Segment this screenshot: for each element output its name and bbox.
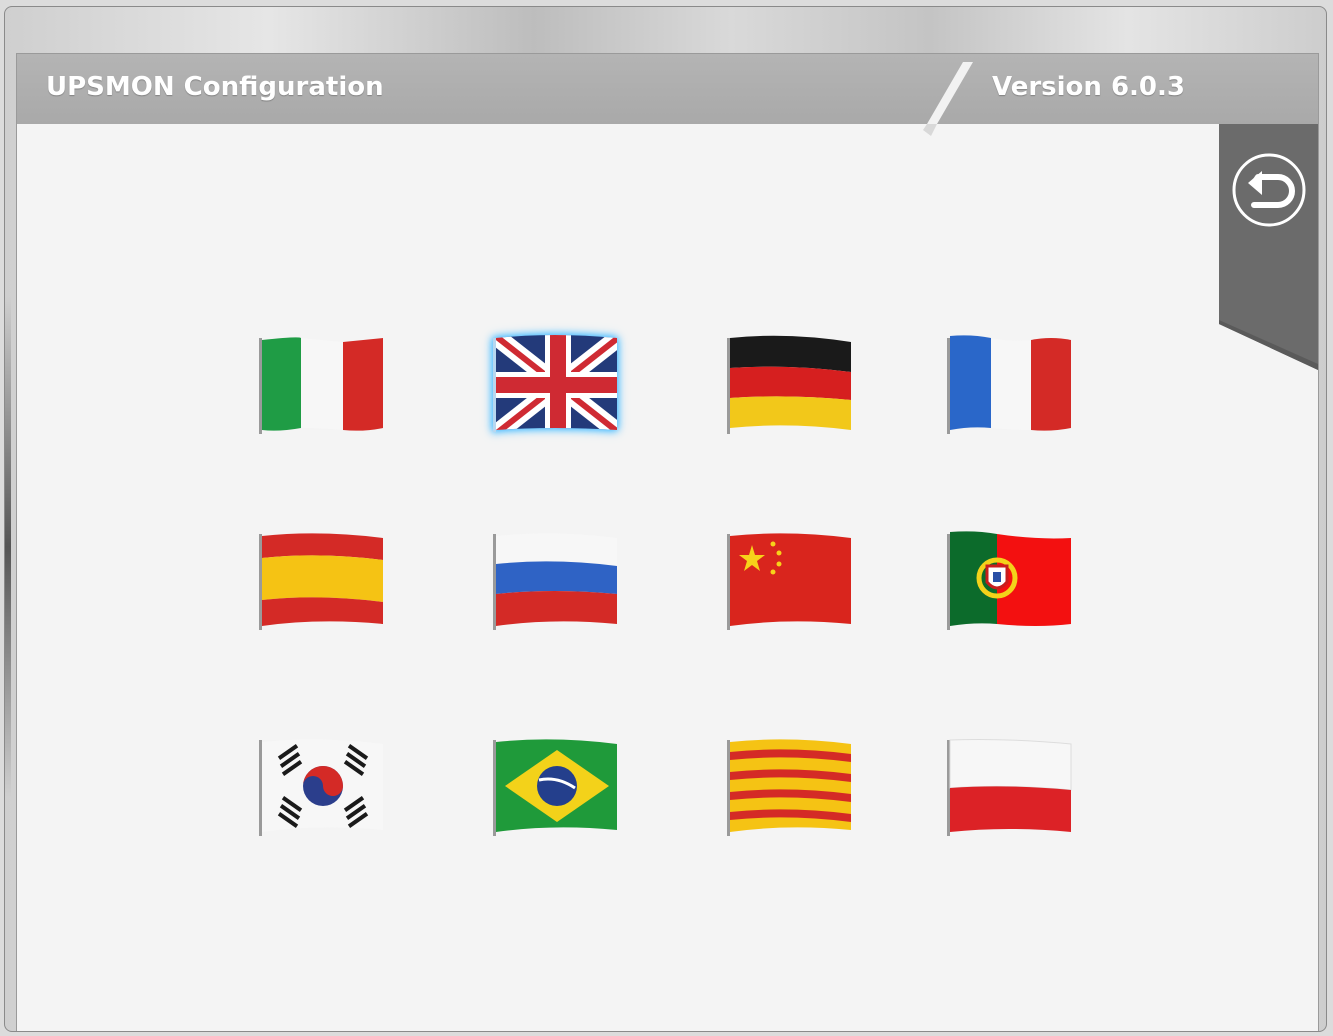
back-button[interactable] <box>1230 151 1308 229</box>
flag-portugal[interactable] <box>947 530 1077 632</box>
flag-uk[interactable] <box>493 334 623 436</box>
flag-catalonia[interactable] <box>727 736 857 838</box>
flag-russia[interactable] <box>493 530 623 632</box>
flag-italy[interactable] <box>259 334 389 436</box>
app-title: UPSMON Configuration <box>46 72 384 102</box>
flag-china[interactable] <box>727 530 857 632</box>
header-bar: UPSMON Configuration Version 6.0.3 <box>17 54 1318 124</box>
version-label: Version 6.0.3 <box>992 72 1185 102</box>
window-frame-edge <box>5 297 11 797</box>
flag-germany[interactable] <box>727 334 857 436</box>
flag-south-korea[interactable] <box>259 736 389 838</box>
undo-arrow-icon <box>1232 153 1306 227</box>
flag-brazil[interactable] <box>493 736 623 838</box>
app-window: UPSMON Configuration Version 6.0.3 <box>4 6 1327 1032</box>
flag-poland[interactable] <box>947 736 1077 838</box>
flag-france[interactable] <box>947 334 1077 436</box>
client-area: UPSMON Configuration Version 6.0.3 <box>16 53 1319 1031</box>
flag-spain[interactable] <box>259 530 389 632</box>
header-divider-slash <box>923 62 973 136</box>
